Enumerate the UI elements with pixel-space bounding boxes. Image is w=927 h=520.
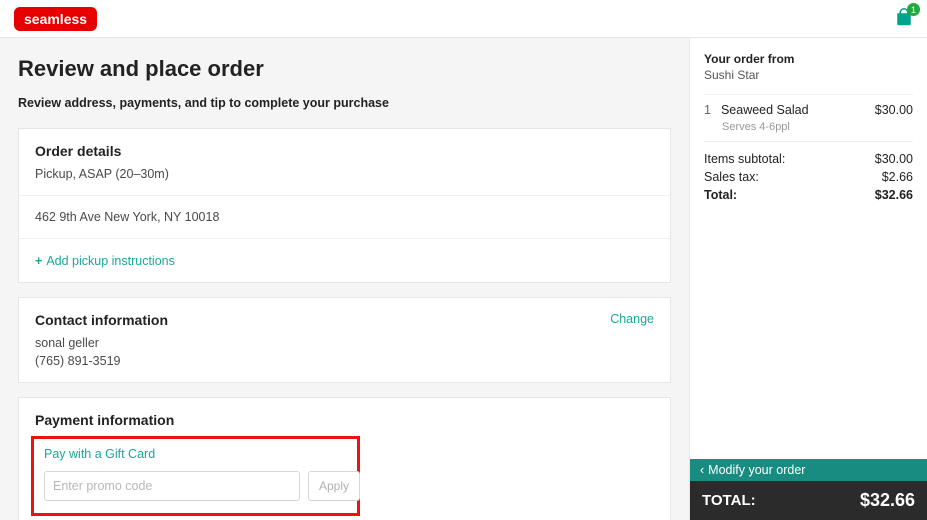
footer-total-amount: $32.66 (860, 490, 915, 511)
apply-promo-button[interactable]: Apply (308, 471, 360, 501)
order-from-label: Your order from (704, 52, 913, 66)
brand-logo[interactable]: seamless (14, 7, 97, 31)
payment-heading: Payment information (35, 412, 654, 428)
footer-total-label: TOTAL: (702, 492, 756, 509)
cart-badge: 1 (907, 3, 920, 16)
order-summary-sidebar: Your order from Sushi Star 1 Seaweed Sal… (689, 38, 927, 520)
fulfillment-text: Pickup, ASAP (20–30m) (35, 167, 654, 181)
item-qty: 1 (704, 103, 711, 117)
modify-order-label: Modify your order (708, 463, 805, 477)
bag-icon (895, 14, 913, 29)
chevron-left-icon: ‹ (700, 463, 704, 477)
pickup-address: 462 9th Ave New York, NY 10018 (35, 210, 654, 224)
contact-card: Contact information sonal geller (765) 8… (18, 297, 671, 383)
subtotal-value: $30.00 (875, 152, 913, 166)
contact-heading: Contact information (35, 312, 168, 328)
contact-name: sonal geller (35, 336, 168, 350)
gift-card-link[interactable]: Pay with a Gift Card (44, 447, 347, 461)
item-serves: Serves 4-6ppl (722, 121, 913, 133)
contact-phone: (765) 891-3519 (35, 354, 168, 368)
add-pickup-instructions-link[interactable]: + Add pickup instructions (35, 254, 175, 268)
change-contact-link[interactable]: Change (610, 312, 654, 326)
promo-highlight: Pay with a Gift Card Apply (31, 436, 360, 516)
top-bar: seamless 1 (0, 0, 927, 38)
plus-icon: + (35, 254, 42, 268)
tax-value: $2.66 (882, 170, 913, 184)
tax-label: Sales tax: (704, 170, 759, 184)
restaurant-name: Sushi Star (704, 68, 913, 82)
main-content: Review and place order Review address, p… (0, 38, 689, 520)
page-subtitle: Review address, payments, and tip to com… (18, 96, 671, 110)
promo-code-input[interactable] (44, 471, 300, 501)
footer-total-bar: TOTAL: $32.66 (690, 481, 927, 520)
order-details-card: Order details Pickup, ASAP (20–30m) 462 … (18, 128, 671, 283)
payment-card: Payment information Pay with a Gift Card… (18, 397, 671, 520)
page-title: Review and place order (18, 56, 671, 82)
total-value: $32.66 (875, 188, 913, 202)
item-price: $30.00 (875, 103, 913, 117)
order-details-heading: Order details (35, 143, 654, 159)
total-label: Total: (704, 188, 737, 202)
add-pickup-instructions-label: Add pickup instructions (46, 254, 175, 268)
item-name: Seaweed Salad (721, 103, 809, 117)
cart-button[interactable]: 1 (895, 8, 913, 29)
modify-order-button[interactable]: ‹ Modify your order (690, 459, 927, 481)
subtotal-label: Items subtotal: (704, 152, 785, 166)
